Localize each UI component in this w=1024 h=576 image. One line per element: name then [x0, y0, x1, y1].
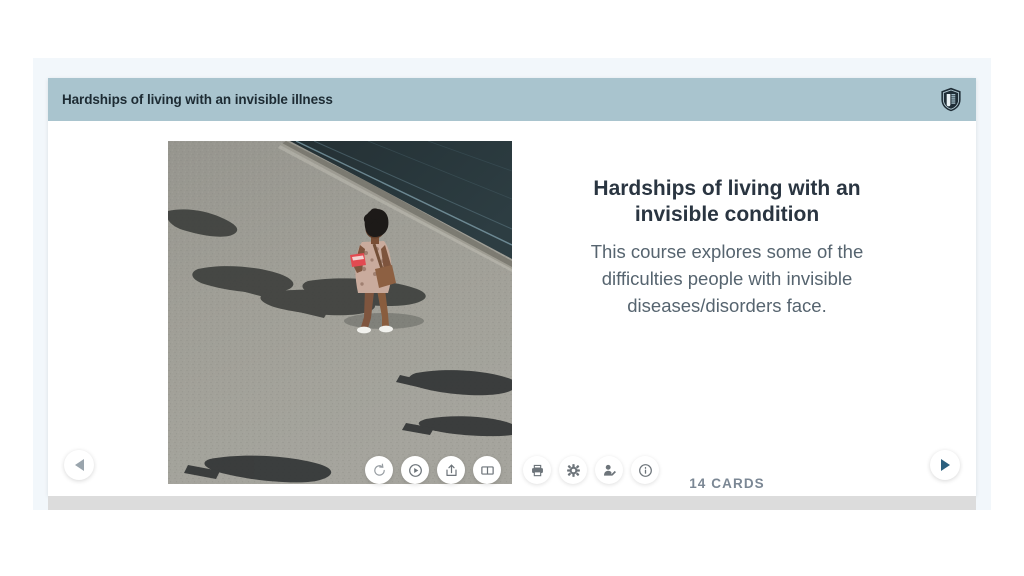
share-export-icon: [444, 463, 459, 478]
course-title: Hardships of living with an invisible co…: [593, 177, 861, 226]
share-button[interactable]: [437, 456, 465, 484]
course-card: Hardships of living with an invisible il…: [48, 78, 976, 496]
previous-card-button[interactable]: [64, 450, 94, 480]
settings-button[interactable]: [559, 456, 587, 484]
next-card-button[interactable]: [930, 450, 960, 480]
restart-button[interactable]: [365, 456, 393, 484]
triangle-left-icon: [74, 459, 84, 471]
shield-logo-icon: [940, 87, 962, 112]
profile-button[interactable]: [595, 456, 623, 484]
app-root: Hardships of living with an invisible il…: [0, 0, 1024, 576]
info-circle-icon: [638, 463, 653, 478]
course-info: Hardships of living with an invisible co…: [542, 176, 912, 319]
cover-photo: [168, 141, 512, 484]
user-edit-icon: [602, 463, 617, 478]
bottom-progress-bar[interactable]: [48, 496, 976, 510]
printer-icon: [530, 463, 545, 478]
gear-icon: [566, 463, 581, 478]
triangle-right-icon: [940, 459, 950, 471]
flashcards-button[interactable]: [473, 456, 501, 484]
play-button[interactable]: [401, 456, 429, 484]
card-body: Hardships of living with an invisible co…: [48, 121, 976, 496]
restart-circular-arrow-icon: [372, 463, 387, 478]
course-description: This course explores some of the difficu…: [590, 241, 864, 316]
print-button[interactable]: [523, 456, 551, 484]
card-header: Hardships of living with an invisible il…: [48, 78, 976, 121]
info-button[interactable]: [631, 456, 659, 484]
open-book-icon: [480, 463, 495, 478]
play-circle-icon: [408, 463, 423, 478]
page-title: Hardships of living with an invisible il…: [62, 92, 333, 107]
